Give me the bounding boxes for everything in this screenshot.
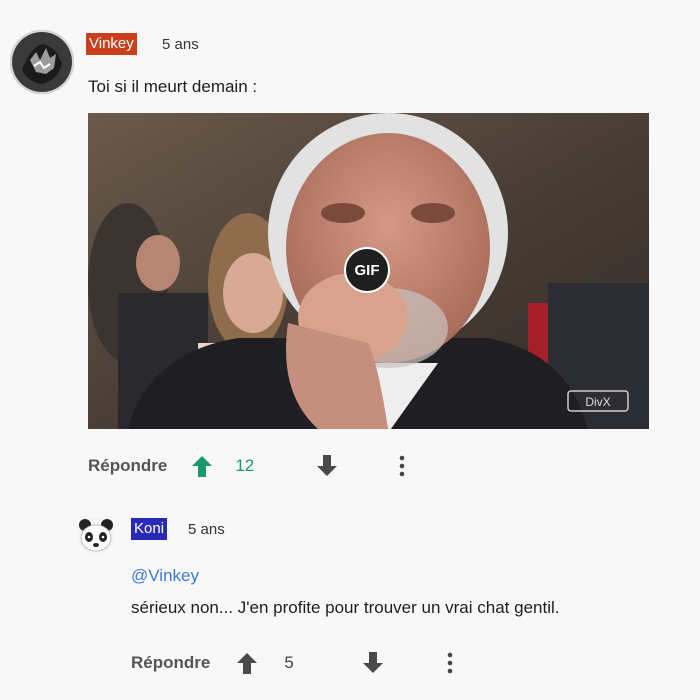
- upvote-count: 12: [235, 456, 255, 475]
- more-vertical-icon[interactable]: [398, 455, 406, 477]
- arrow-up-icon[interactable]: [189, 453, 215, 479]
- username[interactable]: Vinkey: [86, 33, 137, 55]
- comment-time: 5 ans: [188, 521, 225, 538]
- reply-button[interactable]: Répondre: [131, 653, 210, 673]
- comment-actions: Répondre 12: [88, 453, 406, 479]
- arrow-up-icon[interactable]: [234, 650, 260, 676]
- gif-badge[interactable]: GIF: [344, 247, 390, 293]
- more-vertical-icon[interactable]: [446, 652, 454, 674]
- gif-label: GIF: [354, 261, 380, 279]
- divx-watermark: DivX: [585, 395, 610, 409]
- comment-text: Toi si il meurt demain :: [88, 77, 258, 96]
- arrow-down-icon[interactable]: [360, 650, 386, 676]
- comment-time: 5 ans: [162, 36, 199, 53]
- arrow-down-icon[interactable]: [314, 453, 340, 479]
- gif-image[interactable]: DivX GIF: [88, 113, 649, 429]
- mention-link[interactable]: @Vinkey: [131, 566, 199, 586]
- upvote-count: 5: [284, 653, 294, 672]
- avatar[interactable]: [10, 30, 74, 94]
- reply-button[interactable]: Répondre: [88, 456, 167, 476]
- comment-actions: Répondre 5: [131, 650, 454, 676]
- username[interactable]: Koni: [131, 518, 168, 540]
- avatar[interactable]: [76, 516, 116, 556]
- comment-text: sérieux non... J'en profite pour trouver…: [131, 598, 560, 617]
